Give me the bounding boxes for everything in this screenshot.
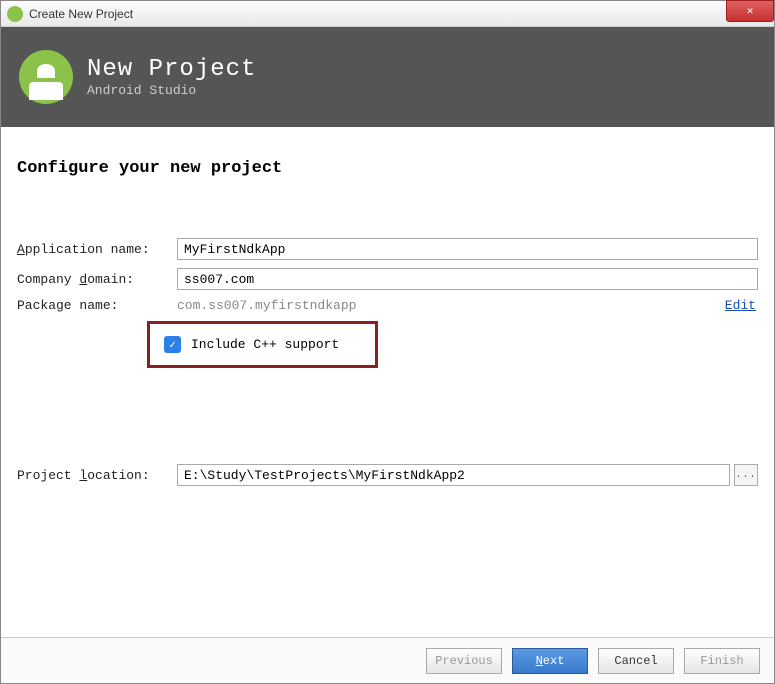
application-name-row: Application name: [17, 238, 758, 260]
app-icon [7, 6, 23, 22]
dialog-window: Create New Project ✕ New Project Android… [0, 0, 775, 684]
finish-button[interactable]: Finish [684, 648, 760, 674]
application-name-label: Application name: [17, 242, 177, 257]
project-location-row: Project location: ... [17, 464, 758, 486]
titlebar[interactable]: Create New Project ✕ [1, 1, 774, 27]
package-name-label: Package name: [17, 298, 177, 313]
header-title: New Project [87, 56, 256, 83]
next-button[interactable]: Next [512, 648, 588, 674]
company-domain-label: Company domain: [17, 272, 177, 287]
include-cpp-row[interactable]: ✓ Include C++ support [147, 321, 378, 368]
header-text: New Project Android Studio [87, 56, 256, 98]
package-name-value: com.ss007.myfirstndkapp [177, 298, 725, 313]
android-studio-icon [19, 50, 73, 104]
window-title: Create New Project [29, 7, 133, 21]
wizard-body: Configure your new project Application n… [1, 127, 774, 486]
previous-button[interactable]: Previous [426, 648, 502, 674]
wizard-header: New Project Android Studio [1, 27, 774, 127]
edit-package-link[interactable]: Edit [725, 298, 756, 313]
project-location-input[interactable] [177, 464, 730, 486]
wizard-footer: Previous Next Cancel Finish [1, 637, 774, 683]
company-domain-row: Company domain: [17, 268, 758, 290]
browse-button[interactable]: ... [734, 464, 758, 486]
application-name-input[interactable] [177, 238, 758, 260]
include-cpp-checkbox[interactable]: ✓ [164, 336, 181, 353]
cancel-button[interactable]: Cancel [598, 648, 674, 674]
close-button[interactable]: ✕ [726, 0, 774, 22]
header-subtitle: Android Studio [87, 83, 256, 98]
include-cpp-label: Include C++ support [191, 337, 339, 352]
package-name-row: Package name: com.ss007.myfirstndkapp Ed… [17, 298, 758, 313]
company-domain-input[interactable] [177, 268, 758, 290]
project-location-label: Project location: [17, 468, 177, 483]
section-title: Configure your new project [17, 159, 758, 178]
